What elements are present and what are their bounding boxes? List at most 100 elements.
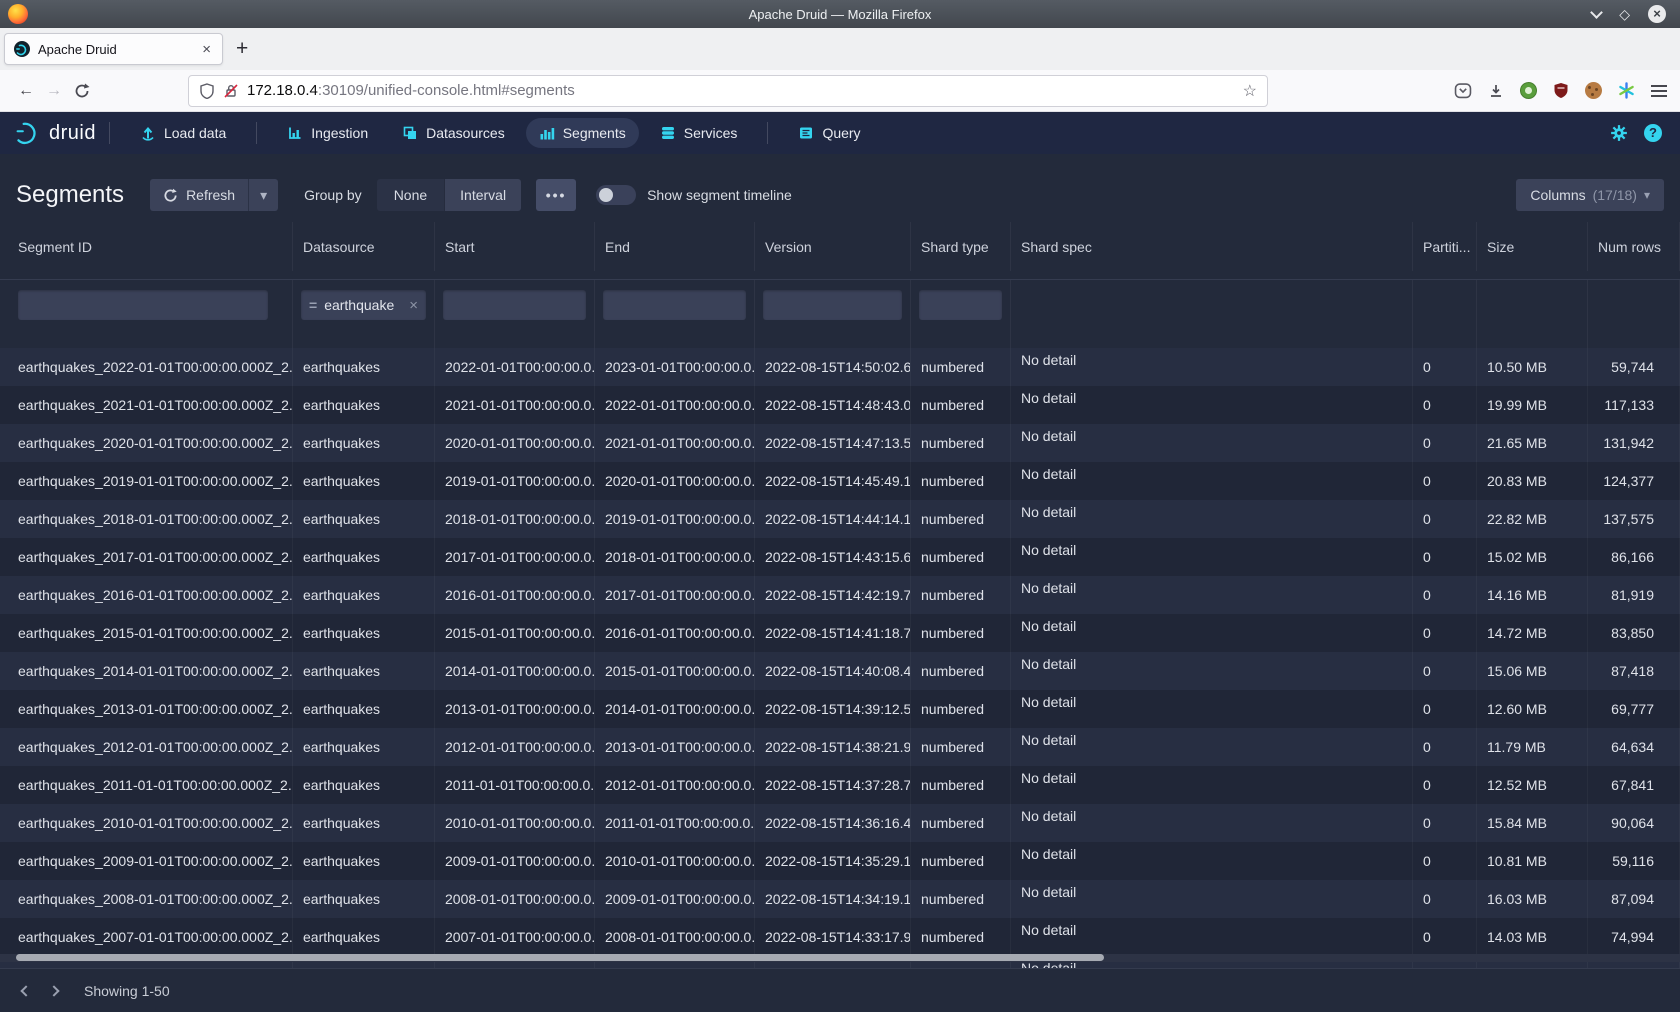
nav-item-query[interactable]: Query [785, 118, 873, 148]
cell-id: earthquakes_2018-01-01T00:00:00.000Z_2..… [0, 500, 293, 538]
filter-input-end[interactable] [603, 290, 746, 320]
downloads-icon[interactable] [1488, 83, 1504, 99]
horizontal-scrollbar-track[interactable] [0, 954, 1680, 962]
datasource-filter-tag[interactable]: =earthquake× [301, 290, 426, 320]
back-button[interactable]: ← [12, 82, 40, 100]
menu-hamburger-icon[interactable] [1651, 82, 1667, 100]
cell-start: 2009-01-01T00:00:00.0... [435, 842, 595, 880]
nav-separator [767, 122, 768, 144]
tab-bar: Apache Druid × + [0, 28, 1680, 70]
nav-item-load-data[interactable]: Load data [127, 118, 239, 148]
cell-id: earthquakes_2015-01-01T00:00:00.000Z_2..… [0, 614, 293, 652]
nav-item-segments[interactable]: Segments [526, 118, 639, 148]
table-row: earthquakes_2021-01-01T00:00:00.000Z_2..… [0, 386, 1680, 424]
cell-end: 2014-01-01T00:00:00.0... [595, 690, 755, 728]
cell-id: earthquakes_2019-01-01T00:00:00.000Z_2..… [0, 462, 293, 500]
cell-num-rows: 137,575 [1588, 500, 1680, 538]
cell-end: 2013-01-01T00:00:00.0... [595, 728, 755, 766]
tracking-shield-icon[interactable] [199, 83, 215, 99]
cell-shard-type: numbered [911, 500, 1011, 538]
cell-size: 16.03 MB [1477, 880, 1588, 918]
refresh-dropdown-button[interactable]: ▾ [248, 179, 278, 211]
window-title: Apache Druid — Mozilla Firefox [0, 7, 1680, 22]
next-page-button[interactable] [40, 977, 68, 1005]
bookmark-star-icon[interactable]: ☆ [1243, 81, 1257, 101]
cell-num-rows: 86,166 [1588, 538, 1680, 576]
multi-color-asterisk-icon[interactable] [1618, 82, 1635, 99]
table-row: earthquakes_2012-01-01T00:00:00.000Z_2..… [0, 728, 1680, 766]
filter-input-segment-id[interactable] [18, 290, 268, 320]
cell-size: 15.06 MB [1477, 652, 1588, 690]
gear-icon[interactable] [1610, 124, 1628, 142]
cell-version: 2022-08-15T14:41:18.7... [755, 614, 911, 652]
group-by-interval-button[interactable]: Interval [444, 179, 521, 211]
bar-chart-icon [539, 125, 555, 141]
columns-button[interactable]: Columns (17/18) ▾ [1516, 179, 1664, 211]
refresh-button[interactable]: Refresh [150, 179, 248, 211]
cell-num-rows: 59,744 [1588, 348, 1680, 386]
cell-size: 12.52 MB [1477, 766, 1588, 804]
cell-id: earthquakes_2009-01-01T00:00:00.000Z_2..… [0, 842, 293, 880]
window-close-icon[interactable]: × [1648, 5, 1666, 23]
previous-page-button[interactable] [12, 977, 40, 1005]
horizontal-scrollbar-thumb[interactable] [16, 954, 1104, 961]
chart-axis-icon [287, 125, 303, 141]
ublock-shield-icon[interactable] [1553, 82, 1569, 99]
url-text[interactable]: 172.18.0.4:30109/unified-console.html#se… [247, 82, 575, 99]
new-tab-button[interactable]: + [236, 37, 248, 61]
chevron-left-icon [20, 985, 31, 996]
cell-start: 2020-01-01T00:00:00.0... [435, 424, 595, 462]
cell-shard-type: numbered [911, 424, 1011, 462]
cell-id: earthquakes_2010-01-01T00:00:00.000Z_2..… [0, 804, 293, 842]
pagination-footer: Showing 1-50 [0, 968, 1680, 1012]
column-header-end[interactable]: End [595, 222, 755, 271]
nav-item-ingestion[interactable]: Ingestion [274, 118, 381, 148]
url-bar[interactable]: 172.18.0.4:30109/unified-console.html#se… [188, 75, 1268, 107]
lock-slash-icon[interactable] [223, 83, 239, 99]
url-path: :30109/unified-console.html#segments [318, 82, 575, 99]
column-header-start[interactable]: Start [435, 222, 595, 271]
column-header-partiti[interactable]: Partiti... [1413, 222, 1477, 271]
druid-brand[interactable]: druid [14, 120, 96, 146]
browser-tab[interactable]: Apache Druid × [4, 33, 223, 65]
reload-button[interactable] [68, 82, 96, 100]
column-header-num-rows[interactable]: Num rows [1588, 222, 1680, 271]
cell-version: 2022-08-15T14:50:02.6... [755, 348, 911, 386]
column-header-segment-id[interactable]: Segment ID [0, 222, 293, 271]
nav-item-services[interactable]: Services [647, 118, 751, 148]
column-header-size[interactable]: Size [1477, 222, 1588, 271]
cell-partition: 0 [1413, 842, 1477, 880]
remove-filter-icon[interactable]: × [409, 297, 418, 314]
cell-num-rows: 87,418 [1588, 652, 1680, 690]
cell-size: 10.50 MB [1477, 348, 1588, 386]
group-by-none-button[interactable]: None [377, 179, 444, 211]
column-header-datasource[interactable]: Datasource [293, 222, 435, 271]
forward-button[interactable]: → [40, 82, 68, 100]
column-header-version[interactable]: Version [755, 222, 911, 271]
cell-start: 2012-01-01T00:00:00.0... [435, 728, 595, 766]
tab-close-icon[interactable]: × [200, 41, 213, 58]
cell-size: 12.60 MB [1477, 690, 1588, 728]
segment-timeline-toggle[interactable] [596, 185, 636, 205]
group-interval-label: Interval [460, 187, 506, 203]
druid-favicon-icon [14, 41, 30, 57]
cell-size: 20.83 MB [1477, 462, 1588, 500]
filter-input-version[interactable] [763, 290, 902, 320]
cookie-icon[interactable] [1585, 82, 1602, 99]
tab-title: Apache Druid [38, 42, 200, 57]
privacy-badger-icon[interactable] [1520, 82, 1537, 99]
filter-input-shard-type[interactable] [919, 290, 1002, 320]
window-maximize-icon[interactable]: ◇ [1619, 7, 1630, 21]
nav-item-datasources[interactable]: Datasources [389, 118, 518, 148]
cell-version: 2022-08-15T14:40:08.4... [755, 652, 911, 690]
help-icon[interactable]: ? [1644, 124, 1662, 142]
more-options-button[interactable]: ••• [536, 179, 576, 211]
nav-separator [256, 122, 257, 144]
column-header-shard-type[interactable]: Shard type [911, 222, 1011, 271]
pocket-icon[interactable] [1454, 83, 1472, 99]
cell-num-rows: 131,942 [1588, 424, 1680, 462]
column-header-shard-spec[interactable]: Shard spec [1011, 222, 1413, 271]
filter-input-start[interactable] [443, 290, 586, 320]
window-minimize-icon[interactable] [1590, 6, 1603, 19]
table-row: earthquakes_2018-01-01T00:00:00.000Z_2..… [0, 500, 1680, 538]
